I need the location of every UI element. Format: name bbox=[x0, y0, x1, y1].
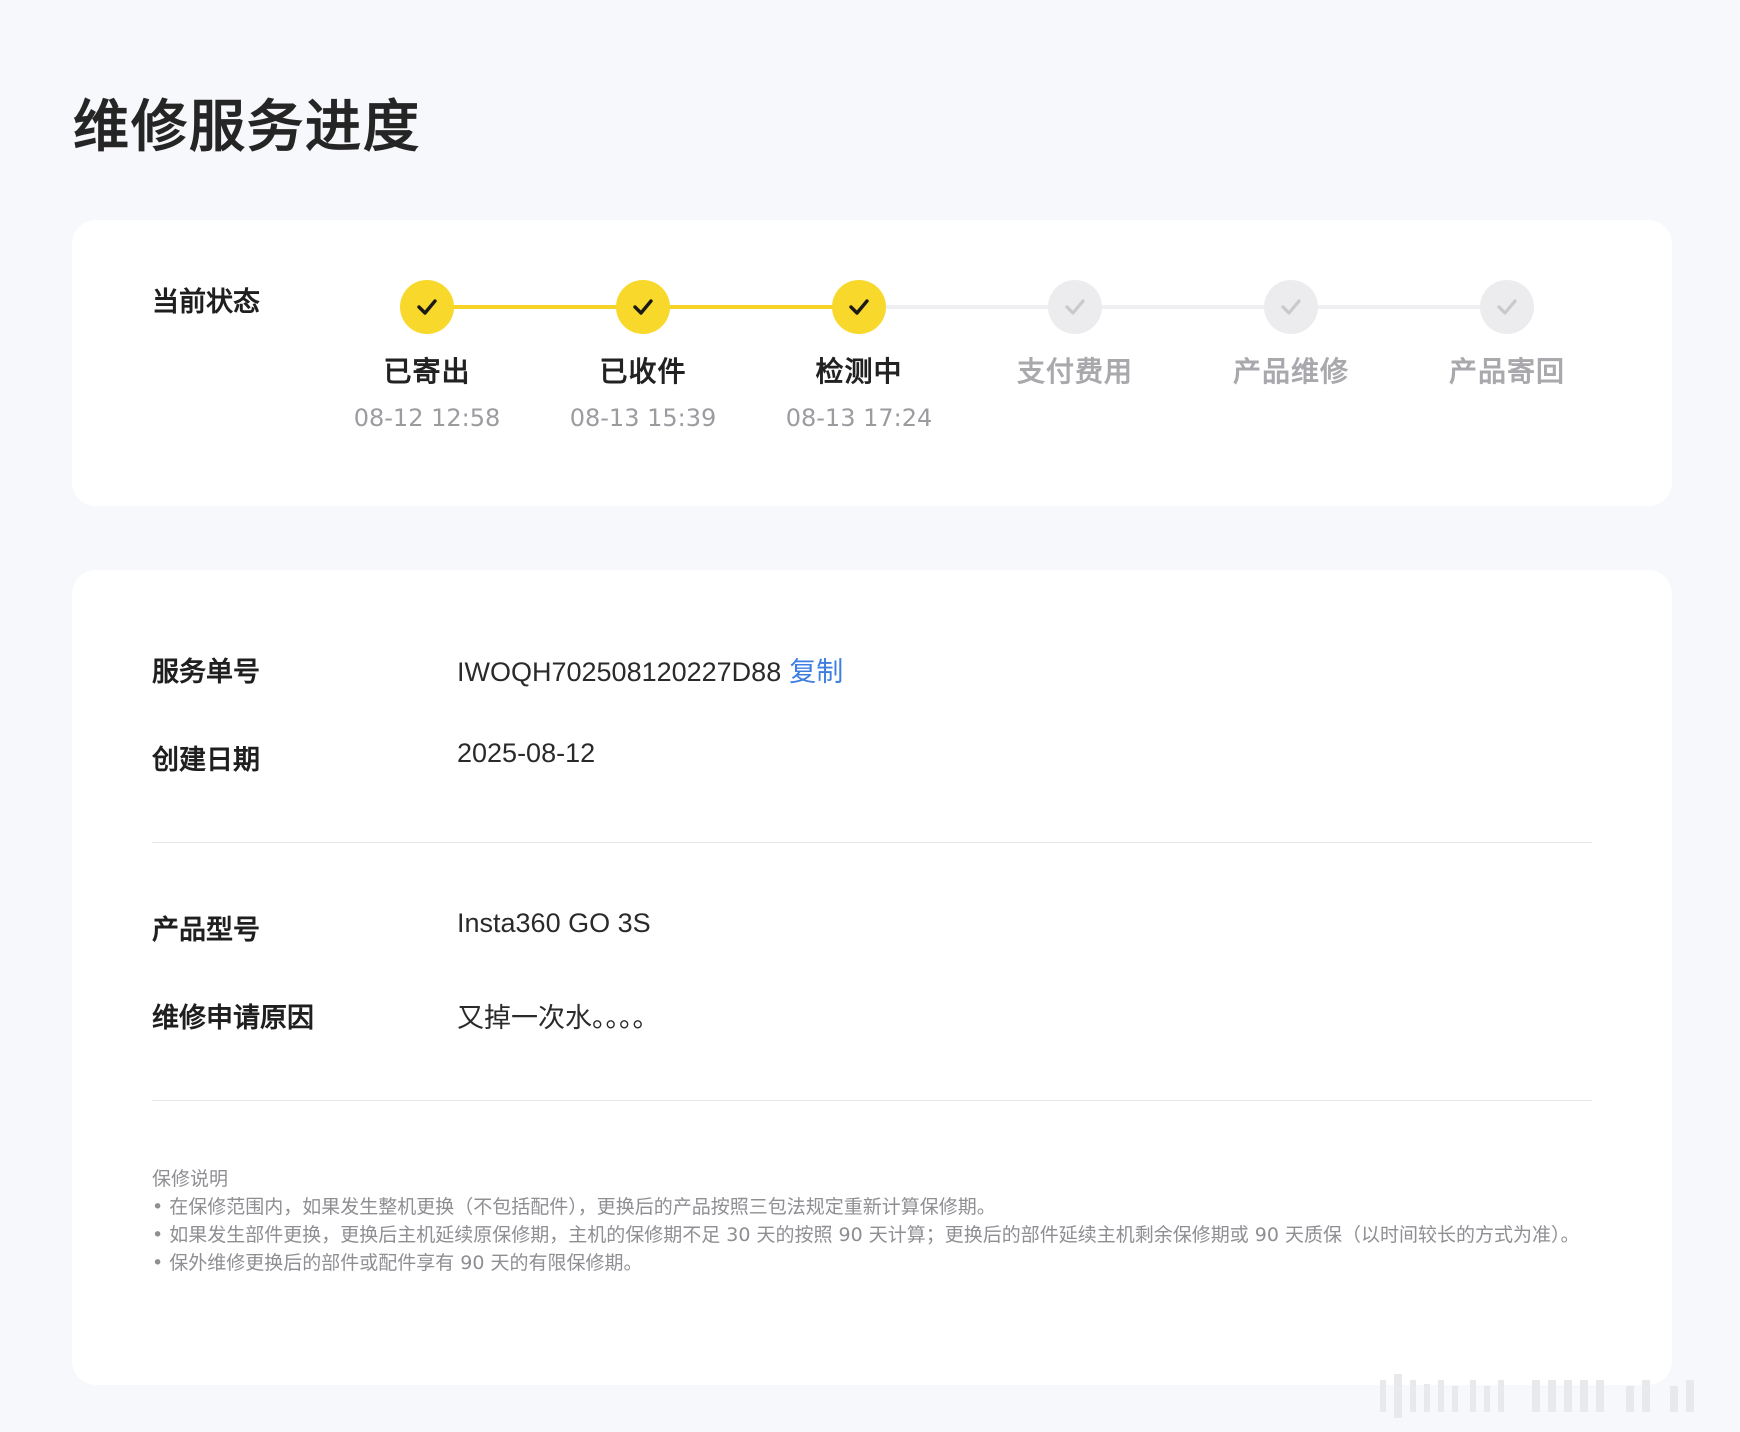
step-name: 检测中 bbox=[815, 355, 903, 388]
step-time bbox=[1407, 404, 1607, 434]
step-name: 产品寄回 bbox=[1448, 355, 1565, 388]
warranty-title: 保修说明 bbox=[152, 1168, 229, 1190]
step-received: 已收件 08-13 15:39 bbox=[543, 280, 743, 434]
step-time bbox=[975, 404, 1175, 434]
created-date-value: 2025-08-12 bbox=[457, 738, 596, 768]
repair-reason-row: 维修申请原因 又掉一次水。。。。 bbox=[152, 996, 1592, 1036]
warranty-item: • 在保修范围内，如果发生整机更换（不包括配件），更换后的产品按照三包法规定重新… bbox=[152, 1196, 996, 1218]
product-model-value: Insta360 GO 3S bbox=[457, 908, 651, 938]
product-model-label: 产品型号 bbox=[152, 915, 260, 946]
repair-reason-label: 维修申请原因 bbox=[152, 1003, 314, 1034]
status-label: 当前状态 bbox=[152, 287, 260, 318]
detail-card: 服务单号 IWOQH702508120227D88 复制 创建日期 2025-08… bbox=[72, 570, 1672, 1385]
step-shipped: 已寄出 08-12 12:58 bbox=[327, 280, 527, 434]
service-number-value: IWOQH702508120227D88 复制 bbox=[457, 650, 843, 689]
watermark-logo bbox=[1380, 1374, 1694, 1418]
status-card: 当前状态 已寄出 08-12 12:58 已收件 08-13 15:39 检测中… bbox=[72, 220, 1672, 506]
created-date-row: 创建日期 2025-08-12 bbox=[152, 738, 1592, 778]
check-icon bbox=[400, 280, 454, 334]
step-time: 08-13 17:24 bbox=[785, 404, 933, 432]
step-time: 08-12 12:58 bbox=[353, 404, 501, 432]
product-model-row: 产品型号 Insta360 GO 3S bbox=[152, 908, 1592, 948]
check-icon bbox=[832, 280, 886, 334]
step-name: 产品维修 bbox=[1232, 355, 1349, 388]
divider bbox=[152, 1100, 1592, 1101]
step-inspecting: 检测中 08-13 17:24 bbox=[759, 280, 959, 434]
check-icon bbox=[1480, 280, 1534, 334]
step-name: 已寄出 bbox=[383, 355, 471, 388]
copy-button[interactable]: 复制 bbox=[789, 657, 843, 688]
warranty-notes: 保修说明 • 在保修范围内，如果发生整机更换（不包括配件），更换后的产品按照三包… bbox=[152, 1165, 1592, 1277]
step-payment: 支付费用 bbox=[975, 280, 1175, 434]
step-return: 产品寄回 bbox=[1407, 280, 1607, 434]
step-repair: 产品维修 bbox=[1191, 280, 1391, 434]
repair-reason-value: 又掉一次水。。。。 bbox=[457, 1003, 660, 1034]
step-name: 支付费用 bbox=[1016, 355, 1133, 388]
step-time bbox=[1191, 404, 1391, 434]
service-number-row: 服务单号 IWOQH702508120227D88 复制 bbox=[152, 650, 1592, 690]
warranty-item: • 如果发生部件更换，更换后主机延续原保修期，主机的保修期不足 30 天的按照 … bbox=[152, 1224, 1580, 1246]
check-icon bbox=[1048, 280, 1102, 334]
check-icon bbox=[616, 280, 670, 334]
step-time: 08-13 15:39 bbox=[569, 404, 717, 432]
step-name: 已收件 bbox=[599, 355, 687, 388]
divider bbox=[152, 842, 1592, 843]
service-number-text: IWOQH702508120227D88 bbox=[457, 657, 782, 687]
page-title: 维修服务进度 bbox=[73, 95, 421, 160]
warranty-item: • 保外维修更换后的部件或配件享有 90 天的有限保修期。 bbox=[152, 1252, 643, 1274]
created-date-label: 创建日期 bbox=[152, 745, 260, 776]
check-icon bbox=[1264, 280, 1318, 334]
service-number-label: 服务单号 bbox=[152, 657, 260, 688]
